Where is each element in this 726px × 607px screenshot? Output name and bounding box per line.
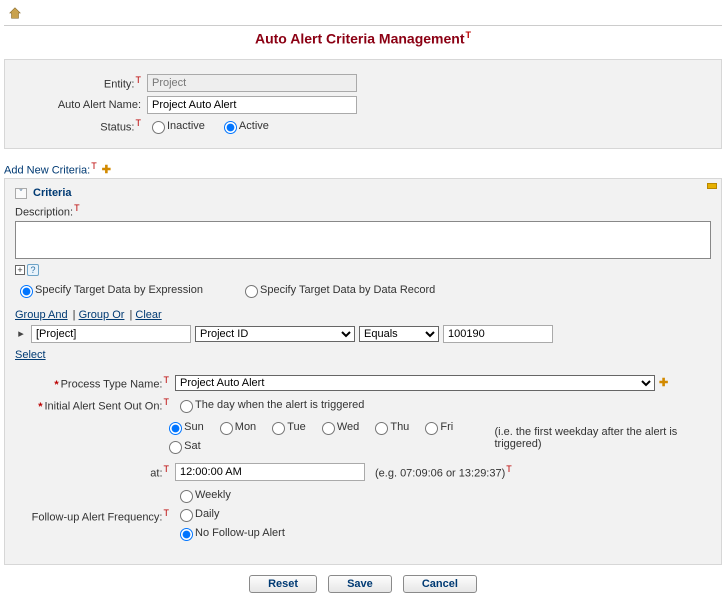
- add-criteria-icon[interactable]: ✚: [102, 164, 111, 176]
- criteria-section: ˇ Criteria Description:T + ? Specify Tar…: [4, 178, 722, 565]
- day-wed-radio[interactable]: [322, 422, 335, 435]
- help-marker-icon: T: [91, 161, 97, 171]
- rule-value-field[interactable]: [443, 325, 553, 343]
- expand-icon[interactable]: +: [15, 265, 25, 275]
- help-marker-icon: T: [164, 508, 170, 518]
- rule-operator-select[interactable]: Equals: [359, 326, 439, 342]
- day-sun-label: Sun: [184, 421, 204, 433]
- at-label: at:: [150, 468, 162, 480]
- followup-label: Follow-up Alert Frequency:: [32, 511, 163, 523]
- help-marker-icon: T: [136, 75, 142, 85]
- status-inactive-label: Inactive: [167, 120, 205, 132]
- group-or-link[interactable]: Group Or: [79, 309, 125, 321]
- day-fri-radio[interactable]: [425, 422, 438, 435]
- clear-link[interactable]: Clear: [135, 309, 161, 321]
- status-inactive-radio[interactable]: [152, 121, 165, 134]
- followup-weekly-radio[interactable]: [180, 490, 193, 503]
- day-tue-radio[interactable]: [272, 422, 285, 435]
- days-note: (i.e. the first weekday after the alert …: [494, 426, 711, 450]
- save-button[interactable]: Save: [328, 575, 392, 593]
- help-marker-icon: T: [506, 464, 512, 474]
- process-type-select[interactable]: Project Auto Alert: [175, 375, 655, 391]
- day-sat-radio[interactable]: [169, 441, 182, 454]
- select-link[interactable]: Select: [15, 349, 46, 361]
- alert-name-field[interactable]: [147, 96, 357, 114]
- header-panel: Entity:T Auto Alert Name: Status:T Inact…: [4, 59, 722, 149]
- status-active-radio[interactable]: [224, 121, 237, 134]
- cancel-button[interactable]: Cancel: [403, 575, 477, 593]
- collapse-icon[interactable]: ˇ: [15, 188, 27, 199]
- reset-button[interactable]: Reset: [249, 575, 317, 593]
- process-type-label: Process Type Name:: [61, 379, 163, 391]
- day-tue-label: Tue: [287, 421, 306, 433]
- target-expression-radio[interactable]: [20, 285, 33, 298]
- followup-daily-label: Daily: [195, 508, 219, 520]
- day-mon-radio[interactable]: [220, 422, 233, 435]
- followup-none-radio[interactable]: [180, 528, 193, 541]
- alert-name-label: Auto Alert Name:: [58, 99, 141, 111]
- help-marker-icon: T: [164, 397, 170, 407]
- day-thu-radio[interactable]: [375, 422, 388, 435]
- followup-none-label: No Follow-up Alert: [195, 527, 285, 539]
- target-record-radio[interactable]: [245, 285, 258, 298]
- trigger-day-label: The day when the alert is triggered: [195, 399, 364, 411]
- home-icon[interactable]: [8, 6, 22, 20]
- help-marker-icon: T: [466, 30, 472, 40]
- entity-field: [147, 74, 357, 92]
- followup-weekly-label: Weekly: [195, 489, 231, 501]
- status-active-label: Active: [239, 120, 269, 132]
- day-sat-label: Sat: [184, 440, 201, 452]
- day-thu-label: Thu: [390, 421, 409, 433]
- help-marker-icon: T: [74, 203, 80, 213]
- description-label: Description:: [15, 207, 73, 219]
- time-hint: (e.g. 07:09:06 or 13:29:37): [375, 468, 505, 480]
- help-marker-icon: T: [164, 375, 170, 385]
- page-title: Auto Alert Criteria Management: [255, 31, 465, 47]
- rule-entity-field[interactable]: [31, 325, 191, 343]
- add-process-icon[interactable]: ✚: [659, 376, 668, 389]
- target-expression-label: Specify Target Data by Expression: [35, 284, 203, 296]
- rule-chevron-icon[interactable]: ▸: [15, 327, 27, 340]
- time-field[interactable]: [175, 463, 365, 481]
- group-and-link[interactable]: Group And: [15, 309, 68, 321]
- target-record-label: Specify Target Data by Data Record: [260, 284, 435, 296]
- description-textarea[interactable]: [15, 221, 711, 259]
- add-criteria-label: Add New Criteria:: [4, 164, 90, 176]
- help-marker-icon: T: [164, 464, 170, 474]
- criteria-title: Criteria: [33, 187, 72, 199]
- day-fri-label: Fri: [440, 421, 453, 433]
- rule-field-select[interactable]: Project ID: [195, 326, 355, 342]
- day-mon-label: Mon: [235, 421, 256, 433]
- help-icon[interactable]: ?: [27, 264, 39, 276]
- help-marker-icon: T: [136, 118, 142, 128]
- status-label: Status:: [100, 121, 134, 133]
- day-wed-label: Wed: [337, 421, 359, 433]
- trigger-day-radio[interactable]: [180, 400, 193, 413]
- remove-criteria-icon[interactable]: [707, 183, 717, 189]
- entity-label: Entity:: [104, 78, 135, 90]
- followup-daily-radio[interactable]: [180, 509, 193, 522]
- initial-alert-label: Initial Alert Sent Out On:: [44, 401, 162, 413]
- day-sun-radio[interactable]: [169, 422, 182, 435]
